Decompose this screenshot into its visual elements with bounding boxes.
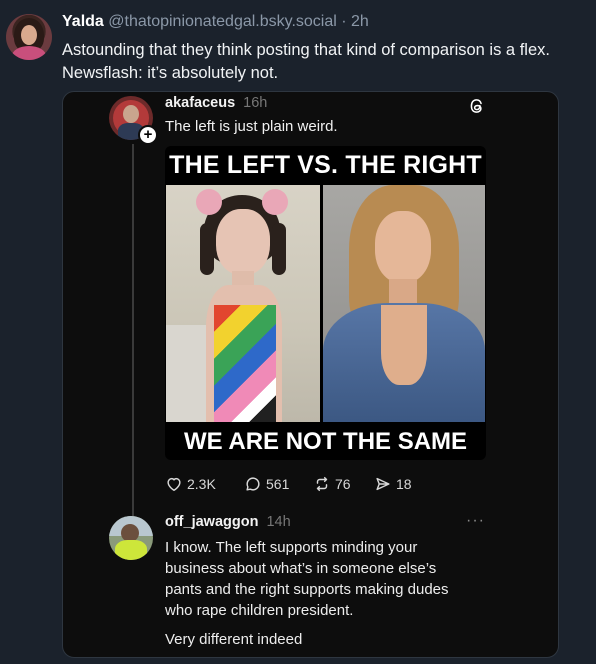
share-count: 18 (396, 476, 412, 492)
post-time[interactable]: 2h (351, 13, 369, 30)
reply2-text-line: pants and the right supports making dude… (165, 581, 449, 598)
author-handle[interactable]: @thatopinionatedgal.bsky.social (108, 13, 337, 30)
meme-right-photo (323, 185, 485, 422)
embedded-thread-screenshot[interactable]: + akafaceus 16h The left is just plain w… (62, 91, 559, 658)
reply2-avatar (109, 516, 153, 560)
heart-icon (167, 477, 181, 492)
thread-connector-line (132, 144, 134, 544)
comment-icon (246, 477, 260, 491)
reply1-text: The left is just plain weird. (165, 118, 338, 135)
reply2-time: 14h (266, 514, 291, 530)
follow-plus-icon: + (138, 125, 158, 145)
meme-top-caption: THE LEFT VS. THE RIGHT (169, 151, 482, 179)
more-options-icon: ··· (466, 512, 485, 529)
post-text-line: Newsflash: it’s absolutely not. (62, 64, 279, 82)
author-name[interactable]: Yalda (62, 13, 104, 30)
like-count: 2.3K (187, 476, 216, 492)
send-icon (376, 477, 390, 491)
reply2-text: I know. The left supports minding your b… (165, 537, 505, 621)
header-separator: · (341, 13, 347, 30)
reply2-text-line: business about what’s in someone else’s (165, 560, 437, 577)
post-text-line: Astounding that they think posting that … (62, 41, 550, 59)
reply2-extra-text: Very different indeed (165, 631, 303, 648)
reply1-time: 16h (243, 95, 268, 111)
post-avatar[interactable] (6, 14, 52, 60)
reply2-text-line: who rape children president. (165, 602, 354, 619)
reply2-text-line: I know. The left supports minding your (165, 539, 418, 556)
post-header: Yalda @thatopinionatedgal.bsky.social · … (62, 13, 369, 31)
post-text: Astounding that they think posting that … (62, 39, 592, 85)
meme-image: THE LEFT VS. THE RIGHT WE ARE NOT THE SA… (165, 146, 486, 460)
repost-count: 76 (335, 476, 351, 492)
reply-count: 561 (266, 476, 290, 492)
meme-bottom-caption: WE ARE NOT THE SAME (183, 428, 468, 455)
reply2-username: off_jawaggon (165, 514, 259, 530)
meme-left-photo (166, 185, 320, 422)
reply2-header: off_jawaggon 14h (165, 514, 291, 530)
repost-icon (316, 476, 328, 492)
threads-icon (470, 99, 482, 113)
reply1-username: akafaceus (165, 95, 236, 111)
reply1-header: akafaceus 16h (165, 95, 267, 111)
